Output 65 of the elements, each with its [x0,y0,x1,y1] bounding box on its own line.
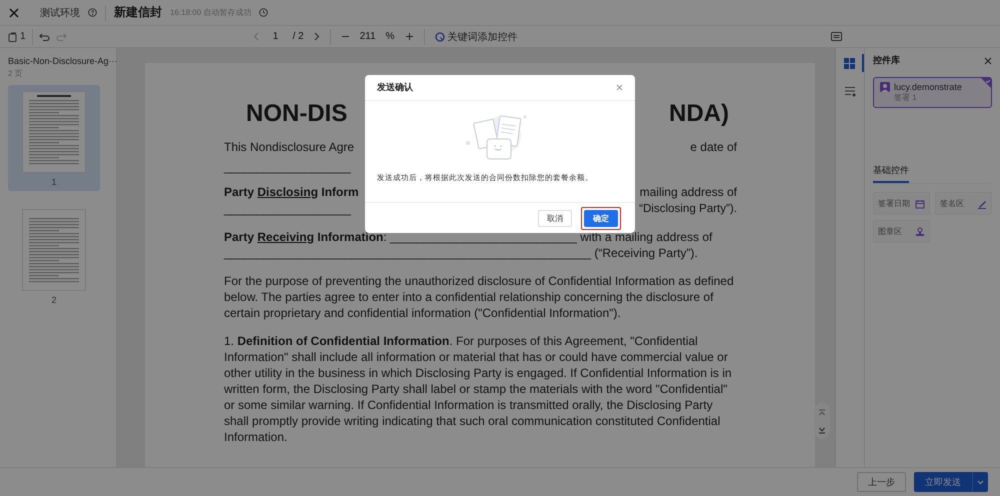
comment-icon[interactable] [831,32,842,41]
signer-detail: 签署 1 [894,92,918,103]
close-icon[interactable] [616,84,623,91]
stamp-icon [915,226,925,236]
send-now-button[interactable]: 立即发送 [914,472,972,492]
chevron-right-icon[interactable] [314,32,320,41]
list-icon [844,86,856,96]
document-stack-icon [8,32,17,42]
grid-icon [844,58,854,68]
document-text: e date of [690,139,737,155]
document-count-button[interactable]: 1 [8,31,26,42]
close-icon[interactable] [984,56,992,64]
confirm-button[interactable]: 确定 [584,210,618,226]
control-label: 签署日期 [878,198,910,209]
file-name[interactable]: Basic-Non-Disclosure-Ag··· [8,56,118,66]
search-icon [434,32,445,42]
history-icon[interactable] [259,8,268,17]
control-label: 签名区 [940,198,964,209]
document-title: NON-DIS [246,100,348,128]
control-item[interactable]: 签名区 [935,192,992,215]
environment-label: 测试环境 [40,6,80,20]
close-icon[interactable] [8,6,20,18]
document-paragraph: For the purpose of preventing the unauthorized disclosure of Confidential Information as defined below. The parties agree to enter into a confidential relationship concerning the disclosure of certain proprietary and confidential information ("Confidential Information"). [224,273,735,321]
control-item[interactable]: 签署日期 [873,192,930,215]
jump-bottom-icon[interactable] [818,426,826,434]
panel-title: 控件库 [873,54,900,67]
calendar-icon [915,198,925,208]
dialog-title: 发送确认 [377,81,413,94]
dropdown-button[interactable] [972,472,988,492]
keyword-add-controls-button[interactable]: 关键词添加控件 [434,30,518,44]
envelope-title: 新建信封 [114,4,162,21]
document-text: ___________________ [224,201,351,217]
page-thumbnail[interactable]: 2 [8,203,100,309]
page-total: / 2 [292,31,304,42]
control-item[interactable]: 图章区 [873,220,930,243]
check-corner-icon [981,78,991,88]
previous-step-button[interactable]: 上一步 [857,472,906,492]
pen-icon [977,198,987,208]
page-number-field[interactable]: 1 [268,31,283,42]
document-text: ___________________ [224,159,351,175]
signer-name: lucy.demonstrate [894,82,962,92]
page-thumbnail[interactable]: 1 [8,85,100,191]
document-text: Party Disclosing Inform [224,184,359,200]
page-count: 2 页 [8,68,24,79]
zoom-value[interactable]: 211 [360,31,376,42]
document-text: This Nondisclosure Agre [224,139,354,155]
page-number: 2 [51,295,56,305]
control-label: 图章区 [878,226,902,237]
cancel-button[interactable]: 取消 [538,210,572,226]
control-category-tab[interactable]: 基础控件 [873,160,909,183]
document-text: “Disclosing Party”). [639,201,737,217]
zoom-unit: % [386,31,395,42]
user-icon [880,82,890,92]
document-text: Party Receiving Information: ____________________________ with a mailing address of [224,229,712,245]
document-paragraph: 1. Definition of Confidential Information. For purposes of this Agreement, "Confidential Information" shall include all information or material that has or could have commercial value or other utility in the business in which Disclosing Party is engaged. If Confidential Information is in written form, the Disclosing Party shall label or stamp the materials with the word "Confidential" or some similar warning. If Confidential Information is transmitted orally, the Disclosing Party shall promptly provide writing indicating that such oral communication constituted Confidential Information. [224,333,733,445]
page-number: 1 [51,177,56,187]
zoom-in-icon[interactable] [404,32,414,41]
help-icon[interactable] [88,8,97,17]
jump-top-icon[interactable] [818,408,826,416]
document-text: _______________________________________________________ (“Receiving Party”). [224,245,698,261]
caret-down-icon [977,480,984,484]
signer-card[interactable]: lucy.demonstrate 签署 1 [873,77,992,108]
document-title: NDA) [669,100,729,128]
undo-icon[interactable] [38,32,50,41]
document-text: mailing address of [640,184,737,200]
